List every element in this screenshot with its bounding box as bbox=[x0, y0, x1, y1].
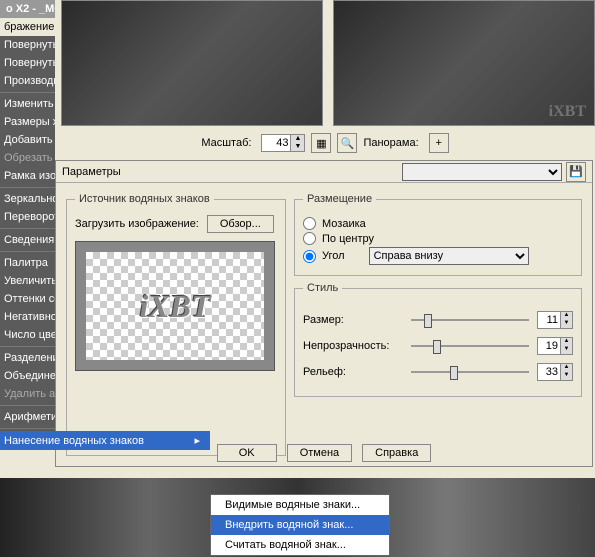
source-legend: Источник водяных знаков bbox=[75, 193, 214, 205]
save-preset-button[interactable]: 💾 bbox=[566, 162, 586, 182]
menu-item[interactable]: Объединен bbox=[0, 367, 55, 385]
panel-title: Параметры bbox=[62, 166, 121, 178]
panorama-label: Панорама: bbox=[363, 137, 418, 149]
menu-item[interactable]: Арифметич bbox=[0, 408, 55, 426]
panel-header: Параметры 💾 bbox=[56, 161, 592, 183]
menu-item[interactable]: Палитра bbox=[0, 254, 55, 272]
help-button[interactable]: Справка bbox=[362, 444, 431, 462]
opacity-numbox[interactable]: ▲▼ bbox=[537, 337, 573, 355]
radio-mosaic[interactable] bbox=[303, 217, 316, 230]
menu-item[interactable]: Обрезать п bbox=[0, 149, 55, 167]
menu-item[interactable]: Производн bbox=[0, 72, 55, 90]
style-legend: Стиль bbox=[303, 282, 342, 294]
menu-item[interactable]: Сведения о bbox=[0, 231, 55, 249]
relief-numbox[interactable]: ▲▼ bbox=[537, 363, 573, 381]
preview-original bbox=[61, 0, 323, 126]
radio-corner-label: Угол bbox=[322, 250, 345, 262]
radio-center[interactable] bbox=[303, 232, 316, 245]
menu-item-label: Нанесение водяных знаков bbox=[4, 435, 144, 447]
scale-toolbar: Масштаб: ▲▼ ▦ 🔍 Панорама: + bbox=[55, 130, 595, 156]
menu-header: бражение bbox=[0, 18, 55, 36]
menu-separator bbox=[0, 228, 55, 229]
zoom-button[interactable]: 🔍 bbox=[337, 133, 357, 153]
watermark-thumbnail: iXBT bbox=[75, 241, 275, 371]
menu-separator bbox=[0, 346, 55, 347]
opacity-slider[interactable] bbox=[411, 336, 529, 356]
menu-separator bbox=[0, 251, 55, 252]
menu-separator bbox=[0, 428, 55, 429]
menu-item[interactable]: Негативное bbox=[0, 308, 55, 326]
spin-down-icon[interactable]: ▼ bbox=[290, 143, 304, 151]
menu-item[interactable]: Удалить ал bbox=[0, 385, 55, 403]
menu-item[interactable]: Повернуть bbox=[0, 36, 55, 54]
preview-result: iXBT bbox=[333, 0, 595, 126]
menu-item[interactable]: Повернуть bbox=[0, 54, 55, 72]
radio-corner[interactable] bbox=[303, 250, 316, 263]
submenu-item-embed[interactable]: Внедрить водяной знак... bbox=[211, 515, 389, 535]
floppy-icon: 💾 bbox=[569, 165, 583, 178]
submenu-item-read[interactable]: Считать водяной знак... bbox=[211, 535, 389, 555]
menu-item[interactable]: Оттенки се bbox=[0, 290, 55, 308]
source-fieldset: Источник водяных знаков Загрузить изобра… bbox=[66, 193, 286, 456]
menu-item[interactable]: Рамка изоб bbox=[0, 167, 55, 185]
placement-legend: Размещение bbox=[303, 193, 376, 205]
watermark-text: iXBT bbox=[139, 288, 210, 325]
submenu-item-visible[interactable]: Видимые водяные знаки... bbox=[211, 495, 389, 515]
relief-label: Рельеф: bbox=[303, 366, 403, 378]
menu-item[interactable]: Переворот bbox=[0, 208, 55, 226]
menu-item-watermark[interactable]: Нанесение водяных знаков ▸ bbox=[0, 431, 210, 450]
preset-select[interactable] bbox=[402, 163, 562, 181]
menu-item[interactable]: Размеры хо bbox=[0, 113, 55, 131]
relief-input[interactable] bbox=[538, 364, 560, 380]
size-numbox[interactable]: ▲▼ bbox=[537, 311, 573, 329]
placement-fieldset: Размещение Мозаика По центру Угол Справа… bbox=[294, 193, 582, 276]
menu-separator bbox=[0, 92, 55, 93]
menu-separator bbox=[0, 405, 55, 406]
submenu-arrow-icon: ▸ bbox=[194, 434, 200, 447]
panorama-add-button[interactable]: + bbox=[429, 133, 449, 153]
menu-item[interactable]: Зеркальное bbox=[0, 190, 55, 208]
preview-watermark: iXBT bbox=[549, 103, 586, 121]
scale-input[interactable] bbox=[262, 137, 290, 149]
load-image-label: Загрузить изображение: bbox=[75, 218, 199, 230]
menu-item[interactable]: Число цвет bbox=[0, 326, 55, 344]
menu-item[interactable]: Изменить р bbox=[0, 95, 55, 113]
size-input[interactable] bbox=[538, 312, 560, 328]
scale-label: Масштаб: bbox=[201, 137, 251, 149]
menu-item[interactable]: Разделение bbox=[0, 349, 55, 367]
preview-row: iXBT bbox=[55, 0, 595, 126]
spin-up-icon[interactable]: ▲ bbox=[290, 135, 304, 143]
style-fieldset: Стиль Размер: ▲▼ Непрозрачность: ▲▼ Рель… bbox=[294, 282, 582, 397]
relief-slider[interactable] bbox=[411, 362, 529, 382]
radio-mosaic-label: Мозаика bbox=[322, 218, 366, 230]
size-slider[interactable] bbox=[411, 310, 529, 330]
fit-window-button[interactable]: ▦ bbox=[311, 133, 331, 153]
opacity-input[interactable] bbox=[538, 338, 560, 354]
size-label: Размер: bbox=[303, 314, 403, 326]
radio-center-label: По центру bbox=[322, 233, 374, 245]
menu-separator bbox=[0, 187, 55, 188]
watermark-submenu: Видимые водяные знаки... Внедрить водяно… bbox=[210, 494, 390, 556]
cancel-button[interactable]: Отмена bbox=[287, 444, 352, 462]
menu-item[interactable]: Увеличить bbox=[0, 272, 55, 290]
menu-item[interactable]: Добавить г bbox=[0, 131, 55, 149]
corner-select[interactable]: Справа внизу bbox=[369, 247, 529, 265]
parameters-panel: Параметры 💾 Источник водяных знаков Загр… bbox=[55, 160, 593, 467]
image-menu: бражение Повернуть Повернуть Производн И… bbox=[0, 18, 55, 450]
ok-button[interactable]: OK bbox=[217, 444, 277, 462]
browse-button[interactable]: Обзор... bbox=[207, 215, 274, 233]
opacity-label: Непрозрачность: bbox=[303, 340, 403, 352]
scale-spinner[interactable]: ▲▼ bbox=[261, 134, 305, 152]
